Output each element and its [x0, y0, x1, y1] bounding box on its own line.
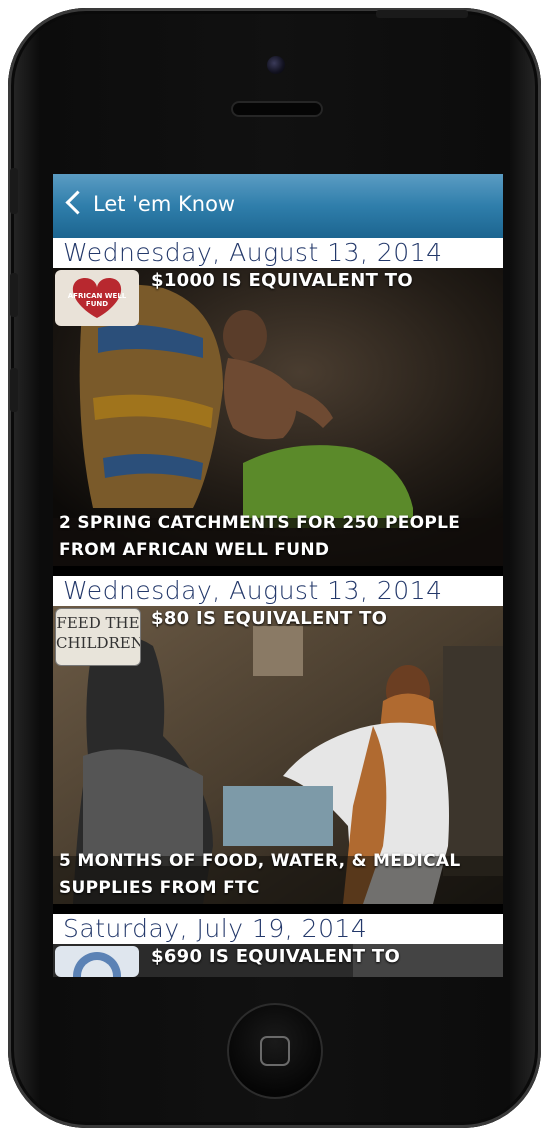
caption-line: 2 SPRING CATCHMENTS FOR 250 PEOPLE	[59, 513, 461, 533]
feed-card[interactable]: FEED THE CHILDREN $80 IS EQUIVALENT TO 5…	[53, 606, 503, 904]
chevron-left-icon	[65, 190, 90, 215]
date-header: Wednesday, August 13, 2014	[53, 238, 503, 268]
amount-headline: $1000 IS EQUIVALENT TO	[151, 270, 413, 291]
back-button[interactable]: Let 'em Know	[53, 174, 273, 238]
feed-card[interactable]: AFRICAN WELL FUND $1000 IS EQUIVALENT TO…	[53, 268, 503, 566]
feed-card[interactable]: $690 IS EQUIVALENT TO	[53, 944, 503, 977]
logo-text: CHILDREN	[56, 634, 141, 652]
navigation-bar: Let 'em Know	[53, 174, 503, 238]
amount-headline: $80 IS EQUIVALENT TO	[151, 608, 388, 629]
mute-switch	[10, 168, 18, 214]
volume-down-button	[10, 368, 18, 412]
logo-text: AFRICAN WELL FUND	[67, 292, 127, 308]
earpiece-speaker	[231, 101, 323, 117]
date-label: Saturday, July 19, 2014	[63, 914, 368, 943]
front-camera	[267, 56, 285, 74]
date-header: Wednesday, August 13, 2014	[53, 576, 503, 606]
charity-logo: FEED THE CHILDREN	[55, 608, 141, 666]
equivalent-caption: 2 SPRING CATCHMENTS FOR 250 PEOPLE FROM …	[59, 510, 460, 564]
app-screen: Let 'em Know Wednesday, August 13, 2014	[53, 174, 503, 977]
charity-logo: AFRICAN WELL FUND	[55, 270, 139, 326]
caption-line: SUPPLIES FROM FTC	[59, 878, 260, 898]
date-header: Saturday, July 19, 2014	[53, 914, 503, 944]
equivalent-caption: 5 MONTHS OF FOOD, WATER, & MEDICAL SUPPL…	[59, 848, 461, 902]
home-button[interactable]	[227, 1003, 323, 1099]
caption-line: FROM AFRICAN WELL FUND	[59, 540, 330, 560]
volume-up-button	[10, 273, 18, 317]
charity-logo	[55, 946, 139, 977]
caption-line: 5 MONTHS OF FOOD, WATER, & MEDICAL	[59, 851, 461, 871]
power-button	[376, 10, 468, 18]
date-label: Wednesday, August 13, 2014	[63, 238, 443, 267]
home-button-icon	[260, 1036, 290, 1066]
date-label: Wednesday, August 13, 2014	[63, 576, 443, 605]
back-button-label: Let 'em Know	[93, 192, 236, 216]
logo-text: FEED THE	[56, 614, 140, 632]
amount-headline: $690 IS EQUIVALENT TO	[151, 946, 401, 967]
